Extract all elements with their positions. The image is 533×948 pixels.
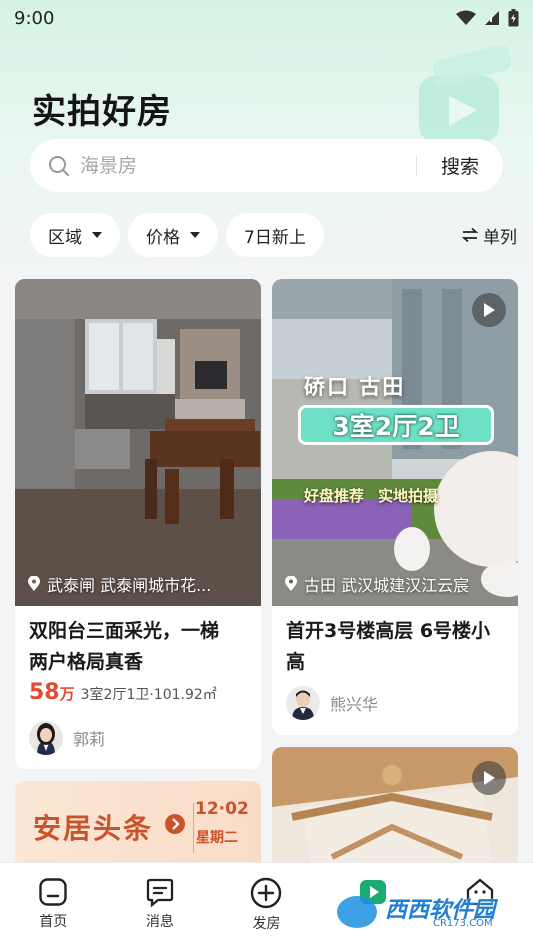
nav-messages[interactable]: 消息 — [107, 863, 214, 948]
filter-district[interactable]: 区域 — [30, 213, 120, 257]
filter-new-7days[interactable]: 7日新上 — [226, 213, 324, 257]
listing-location: 古田 武汉城建汉江云宸 — [284, 572, 508, 596]
search-bar[interactable]: 搜索 — [30, 139, 503, 192]
filter-bar: 区域 价格 7日新上 单列 — [30, 213, 517, 257]
overlay-tag: 实地拍摄 — [378, 487, 439, 505]
listing-location: 武泰闸 武泰闸城市花... — [27, 572, 251, 596]
overlay-tags: 好盘推荐 实地拍摄 — [304, 485, 438, 506]
overlay-area-label: 硚口 古田 — [304, 375, 406, 399]
banner-weekday: 星期二 — [196, 830, 238, 846]
home-icon — [39, 878, 67, 906]
nav-messages-label: 消息 — [145, 914, 174, 930]
location-pin-icon — [28, 576, 40, 591]
search-icon — [49, 155, 69, 176]
location-pin-icon — [285, 576, 297, 591]
nav-home-label: 首页 — [39, 914, 68, 930]
banner-divider — [193, 803, 194, 853]
overlay-layout-badge: 3室2厅2卫 — [298, 405, 494, 445]
filter-new-7days-label: 7日新上 — [244, 227, 306, 248]
swap-arrows-icon — [461, 228, 479, 242]
caret-down-icon — [92, 232, 102, 238]
listing-title: 首开3号楼高层 6号楼小 高 — [286, 620, 491, 673]
arrow-right-circle-icon — [165, 814, 185, 834]
layout-toggle-label: 单列 — [483, 227, 517, 248]
caret-down-icon — [190, 232, 200, 238]
status-time: 9:00 — [14, 7, 55, 29]
play-video-button[interactable] — [472, 761, 506, 795]
listing-agent[interactable]: 郭莉 — [15, 721, 261, 755]
status-bar: 9:00 — [0, 0, 533, 36]
wifi-icon — [456, 10, 476, 25]
search-input[interactable] — [80, 154, 416, 177]
message-icon — [146, 878, 174, 907]
battery-icon — [508, 9, 519, 27]
listing-price-unit: 万 — [59, 685, 75, 703]
filter-district-label: 区域 — [48, 227, 82, 248]
listing-title: 双阳台三面采光，一梯 两户格局真香 — [29, 620, 220, 673]
avatar — [29, 721, 63, 755]
filter-price-label: 价格 — [146, 227, 180, 248]
layout-toggle-button[interactable]: 单列 — [461, 223, 517, 248]
filter-price[interactable]: 价格 — [128, 213, 218, 257]
listing-card[interactable]: 硚口 古田 3室2厅2卫 好盘推荐 实地拍摄 古田 武汉城建汉江云宸 首开3号楼… — [272, 279, 518, 735]
signal-icon — [485, 11, 499, 25]
plus-circle-icon — [251, 877, 282, 909]
listing-price: 58 — [29, 680, 60, 705]
watermark-logo: 西西软件园 CR173.COM — [335, 890, 521, 932]
listing-price-row: 58 万 3室2厅1卫·101.92㎡ — [15, 678, 261, 705]
listing-photo: 硚口 古田 3室2厅2卫 好盘推荐 实地拍摄 古田 武汉城建汉江云宸 — [272, 279, 518, 606]
nav-post-label: 发房 — [252, 916, 281, 932]
avatar — [286, 686, 320, 720]
search-button[interactable]: 搜索 — [441, 152, 479, 179]
agent-name: 郭莉 — [73, 730, 106, 749]
agent-name: 熊兴华 — [330, 695, 379, 714]
watermark-url: CR173.COM — [433, 918, 493, 929]
listing-agent[interactable]: 熊兴华 — [272, 686, 518, 720]
play-icon — [484, 771, 495, 785]
play-video-button[interactable] — [472, 293, 506, 327]
search-divider — [415, 154, 417, 177]
status-icons — [456, 9, 519, 27]
listing-spec: 3室2厅1卫·101.92㎡ — [80, 687, 217, 703]
banner-title: 安居头条 — [33, 812, 154, 845]
nav-post[interactable]: 发房 — [213, 863, 320, 948]
banner-date: 12·02 — [195, 799, 249, 819]
play-icon — [484, 303, 495, 317]
listing-photo: 武泰闸 武泰闸城市花... — [15, 279, 261, 606]
nav-home[interactable]: 首页 — [0, 863, 107, 948]
overlay-tag: 好盘推荐 — [304, 487, 365, 505]
listing-card[interactable]: 武泰闸 武泰闸城市花... 双阳台三面采光，一梯 两户格局真香 58 万 3室2… — [15, 279, 261, 769]
page-title: 实拍好房 — [32, 92, 172, 132]
